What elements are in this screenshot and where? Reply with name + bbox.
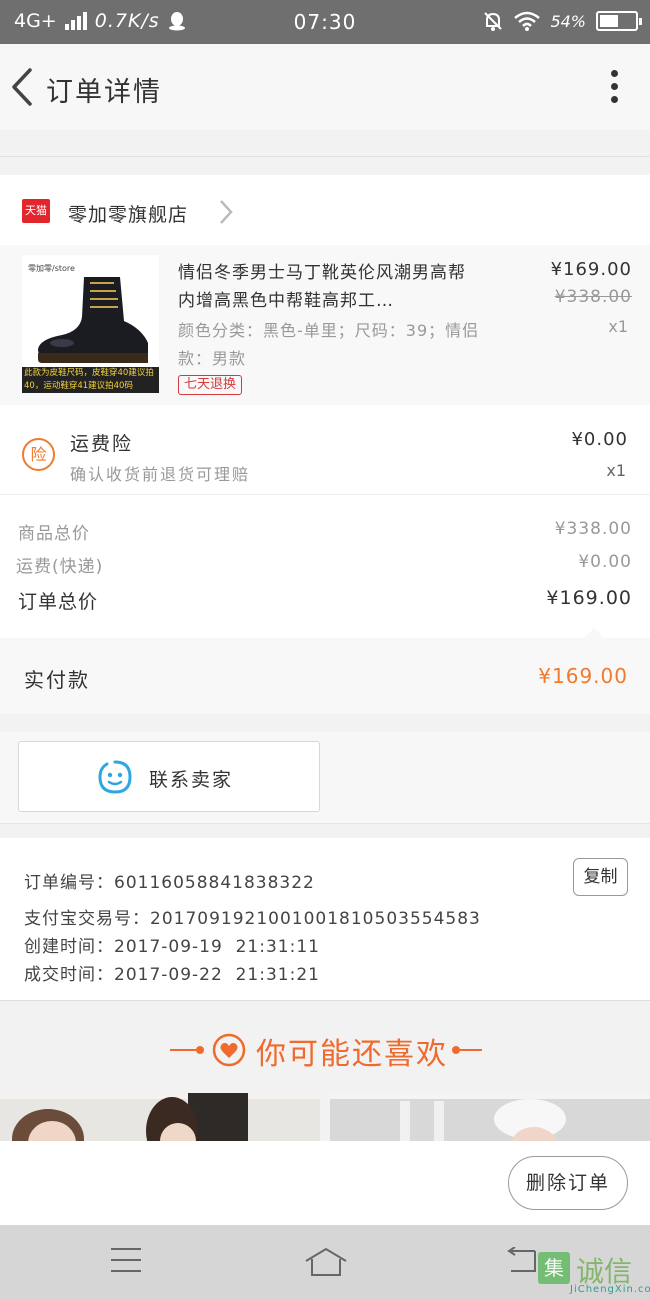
contact-seller-label: 联系卖家: [149, 769, 234, 791]
created-time-label: 创建时间：: [24, 937, 114, 957]
product-title: 情侣冬季男士马丁靴英伦风潮男高帮内增高黑色中帮鞋高邦工…: [178, 263, 466, 311]
status-bar: 4G+ 0.7K/s 07:30 54%: [0, 0, 650, 44]
payment-label: 实付款: [24, 668, 90, 692]
watermark-subtext: JiChengXin.com: [570, 1284, 650, 1295]
product-price: ¥169.00: [550, 259, 632, 280]
more-menu-icon[interactable]: [610, 70, 620, 106]
product-quantity: x1: [608, 317, 628, 336]
contact-section: 联系卖家: [0, 732, 650, 824]
insurance-icon: 险: [22, 438, 55, 471]
order-number-label: 订单编号：: [24, 873, 114, 893]
contact-seller-button[interactable]: 联系卖家: [18, 741, 320, 812]
watermark-logo: 集 诚信 JiChengXin.com: [530, 1248, 650, 1300]
battery-percent: 54%: [550, 11, 586, 31]
deal-time-row: 成交时间：2017-09-22 21:31:21: [24, 960, 320, 985]
order-number-row: 订单编号：60116058841838322: [24, 868, 315, 893]
recommend-list: [0, 1093, 650, 1141]
chat-face-icon: [98, 760, 132, 794]
product-image-note: 此款为皮鞋尺码，皮鞋穿40建议拍40，运动鞋穿41建议拍40码: [22, 367, 159, 393]
shipping-insurance: 险 运费险 确认收货前退货可理赔 ¥0.00 x1: [0, 405, 650, 495]
deal-time: 2017-09-22 21:31:21: [114, 965, 320, 985]
wifi-icon: [514, 11, 541, 31]
price-summary: 商品总价 ¥338.00 运费(快递) ¥0.00 订单总价 ¥169.00: [0, 495, 650, 638]
deal-time-label: 成交时间：: [24, 965, 114, 985]
order-total-label: 订单总价: [18, 591, 99, 613]
divider: [0, 156, 650, 157]
boot-image: [38, 277, 148, 363]
payment-value: ¥169.00: [538, 664, 628, 688]
page-title: 订单详情: [46, 77, 162, 108]
rec-line-right: [456, 1049, 482, 1051]
shipping-label: 运费(快递): [16, 557, 104, 577]
alipay-trade-number: 2017091921001001810503554583: [150, 909, 481, 929]
goods-total-label: 商品总价: [18, 524, 90, 544]
alipay-trade-row: 支付宝交易号：2017091921001001810503554583: [24, 904, 481, 929]
insurance-desc: 确认收货前退货可理赔: [70, 465, 251, 484]
product-sku: 颜色分类：黑色-单里；尺码：39；情侣款：男款: [178, 321, 480, 368]
shipping-value: ¥0.00: [578, 552, 632, 572]
goods-total-row: 商品总价 ¥338.00: [18, 519, 632, 544]
return-policy-tag: 七天退换: [178, 375, 243, 395]
recommend-item-image[interactable]: [0, 1093, 320, 1141]
back-arrow-icon[interactable]: [8, 66, 38, 108]
recommend-header: 你可能还喜欢: [0, 1001, 650, 1083]
created-time-row: 创建时间：2017-09-19 21:31:11: [24, 932, 320, 957]
actual-payment: 实付款 ¥169.00: [0, 628, 650, 714]
heart-icon: [212, 1033, 246, 1067]
watermark-badge: 集: [538, 1252, 570, 1284]
status-right: 54%: [482, 10, 642, 32]
rec-dot-left: [196, 1046, 204, 1054]
product-original-price: ¥338.00: [554, 287, 632, 307]
order-total-row: 订单总价 ¥169.00: [18, 587, 632, 614]
tmall-badge: 天猫: [22, 199, 50, 223]
goods-total-value: ¥338.00: [554, 519, 632, 539]
menu-icon[interactable]: [110, 1247, 142, 1273]
insurance-price: ¥0.00: [571, 429, 628, 450]
recommend-title: 你可能还喜欢: [256, 1037, 448, 1072]
divider: [0, 823, 650, 824]
shop-name: 零加零旗舰店: [68, 204, 189, 226]
chevron-right-icon: [220, 200, 233, 224]
insurance-quantity: x1: [606, 461, 626, 480]
order-total-value: ¥169.00: [546, 587, 632, 609]
shop-row[interactable]: 天猫 零加零旗舰店: [0, 175, 650, 245]
order-number: 60116058841838322: [114, 873, 315, 893]
copy-button[interactable]: 复制: [573, 858, 628, 896]
home-icon[interactable]: [304, 1247, 348, 1277]
recommend-photo-2: [330, 1093, 650, 1141]
insurance-title: 运费险: [70, 433, 134, 455]
product-image[interactable]: 零加零/store 此款为皮鞋尺码，皮鞋穿40建议拍40，运动鞋穿41建议拍40…: [22, 255, 159, 393]
battery-icon: [596, 11, 642, 31]
mute-bell-icon: [484, 12, 503, 31]
order-info: 订单编号：60116058841838322 复制 支付宝交易号：2017091…: [0, 838, 650, 1000]
caret-up: [584, 628, 604, 638]
shipping-row: 运费(快递) ¥0.00: [16, 552, 632, 577]
battery-fill: [600, 15, 618, 27]
alipay-trade-label: 支付宝交易号：: [24, 909, 150, 929]
header-bar: 订单详情: [0, 44, 650, 130]
order-actions: 删除订单: [0, 1141, 650, 1225]
delete-order-button[interactable]: 删除订单: [508, 1156, 628, 1210]
recommend-photo-1: [0, 1093, 320, 1141]
created-time: 2017-09-19 21:31:11: [114, 937, 320, 957]
product-item[interactable]: 零加零/store 此款为皮鞋尺码，皮鞋穿40建议拍40，运动鞋穿41建议拍40…: [0, 245, 650, 405]
recommend-item-image[interactable]: [330, 1093, 650, 1141]
